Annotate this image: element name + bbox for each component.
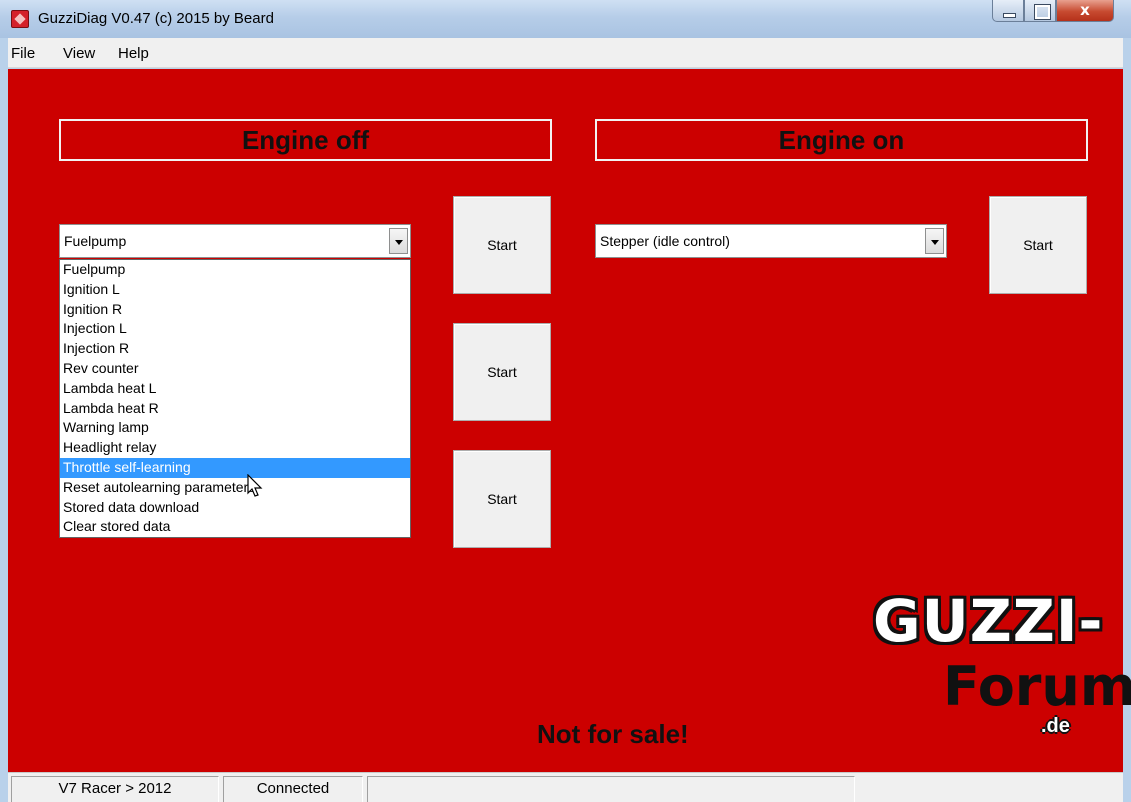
dropdown-option-lambda-heat-r[interactable]: Lambda heat R: [60, 399, 410, 419]
status-extra: [367, 776, 855, 802]
engine-off-start-button-1[interactable]: Start: [453, 196, 551, 294]
engine-off-select-value: Fuelpump: [64, 233, 127, 249]
chevron-down-icon[interactable]: [389, 228, 408, 254]
engine-on-start-button[interactable]: Start: [989, 196, 1087, 294]
engine-off-test-select[interactable]: Fuelpump: [59, 224, 411, 258]
menu-help[interactable]: Help: [118, 45, 149, 62]
dropdown-option-injection-r[interactable]: Injection R: [60, 339, 410, 359]
dropdown-option-throttle-self-learning[interactable]: Throttle self-learning: [60, 457, 410, 478]
menu-bar: File View Help: [8, 38, 1123, 68]
dropdown-option-lambda-heat-l[interactable]: Lambda heat L: [60, 379, 410, 399]
engine-on-title: Engine on: [595, 119, 1088, 161]
dropdown-option-clear-stored-data[interactable]: Clear stored data: [60, 517, 410, 537]
dropdown-option-ignition-r[interactable]: Ignition R: [60, 300, 410, 320]
engine-on-title-text: Engine on: [778, 125, 905, 155]
maximize-button[interactable]: [1024, 0, 1056, 22]
dropdown-option-rev-counter[interactable]: Rev counter: [60, 359, 410, 379]
status-connection: Connected: [223, 776, 363, 802]
engine-on-select-value: Stepper (idle control): [600, 233, 730, 249]
engine-off-title: Engine off: [59, 119, 552, 161]
logo-text-guzzi: GUZZI-: [873, 587, 1104, 655]
dropdown-option-injection-l[interactable]: Injection L: [60, 319, 410, 339]
minimize-button[interactable]: [992, 0, 1024, 22]
not-for-sale-notice: Not for sale!: [537, 719, 689, 749]
dropdown-option-warning-lamp[interactable]: Warning lamp: [60, 418, 410, 438]
dropdown-option-headlight-relay[interactable]: Headlight relay: [60, 438, 410, 458]
app-icon[interactable]: [11, 10, 29, 28]
window-title: GuzziDiag V0.47 (c) 2015 by Beard: [38, 10, 274, 27]
engine-on-test-select[interactable]: Stepper (idle control): [595, 224, 947, 258]
main-panel: Engine off Engine on Fuelpump Fuelpump I…: [8, 69, 1131, 772]
chevron-down-icon[interactable]: [925, 228, 944, 254]
engine-off-title-text: Engine off: [241, 125, 370, 155]
title-bar[interactable]: GuzziDiag V0.47 (c) 2015 by Beard x: [0, 0, 1131, 38]
status-model: V7 Racer > 2012: [11, 776, 219, 802]
close-icon: x: [1080, 1, 1090, 19]
app-window: GuzziDiag V0.47 (c) 2015 by Beard x File…: [0, 0, 1131, 802]
dropdown-option-ignition-l[interactable]: Ignition L: [60, 280, 410, 300]
menu-file[interactable]: File: [11, 45, 35, 62]
engine-off-start-button-2[interactable]: Start: [453, 323, 551, 421]
status-bar: V7 Racer > 2012 Connected: [8, 772, 1123, 802]
guzzi-forum-logo: GUZZI- Forum .de: [833, 577, 1131, 772]
engine-off-start-button-3[interactable]: Start: [453, 450, 551, 548]
dropdown-option-stored-data-download[interactable]: Stored data download: [60, 498, 410, 518]
window-frame-left: [0, 38, 8, 802]
menu-view[interactable]: View: [63, 45, 95, 62]
logo-text-forum: Forum: [943, 655, 1131, 718]
engine-off-dropdown-list[interactable]: Fuelpump Ignition L Ignition R Injection…: [59, 259, 411, 538]
close-button[interactable]: x: [1056, 0, 1114, 22]
dropdown-option-fuelpump[interactable]: Fuelpump: [60, 260, 410, 280]
logo-text-de: .de: [1041, 715, 1070, 737]
dropdown-option-reset-autolearning[interactable]: Reset autolearning parameters: [60, 478, 410, 498]
